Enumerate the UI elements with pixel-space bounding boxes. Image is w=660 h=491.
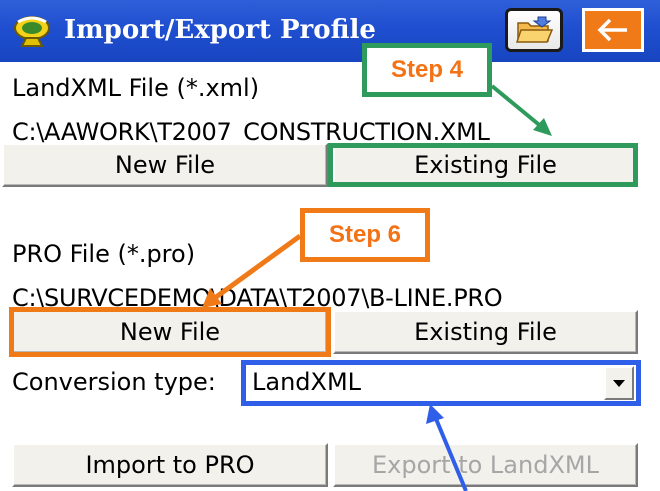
- import-export-profile-window: Import/Export Profile LandXML File (*.xm…: [0, 0, 660, 491]
- conversion-arrow: [426, 404, 468, 491]
- annotation-arrows: [202, 84, 552, 491]
- step6-arrow: [202, 233, 302, 308]
- step4-arrow: [490, 84, 552, 136]
